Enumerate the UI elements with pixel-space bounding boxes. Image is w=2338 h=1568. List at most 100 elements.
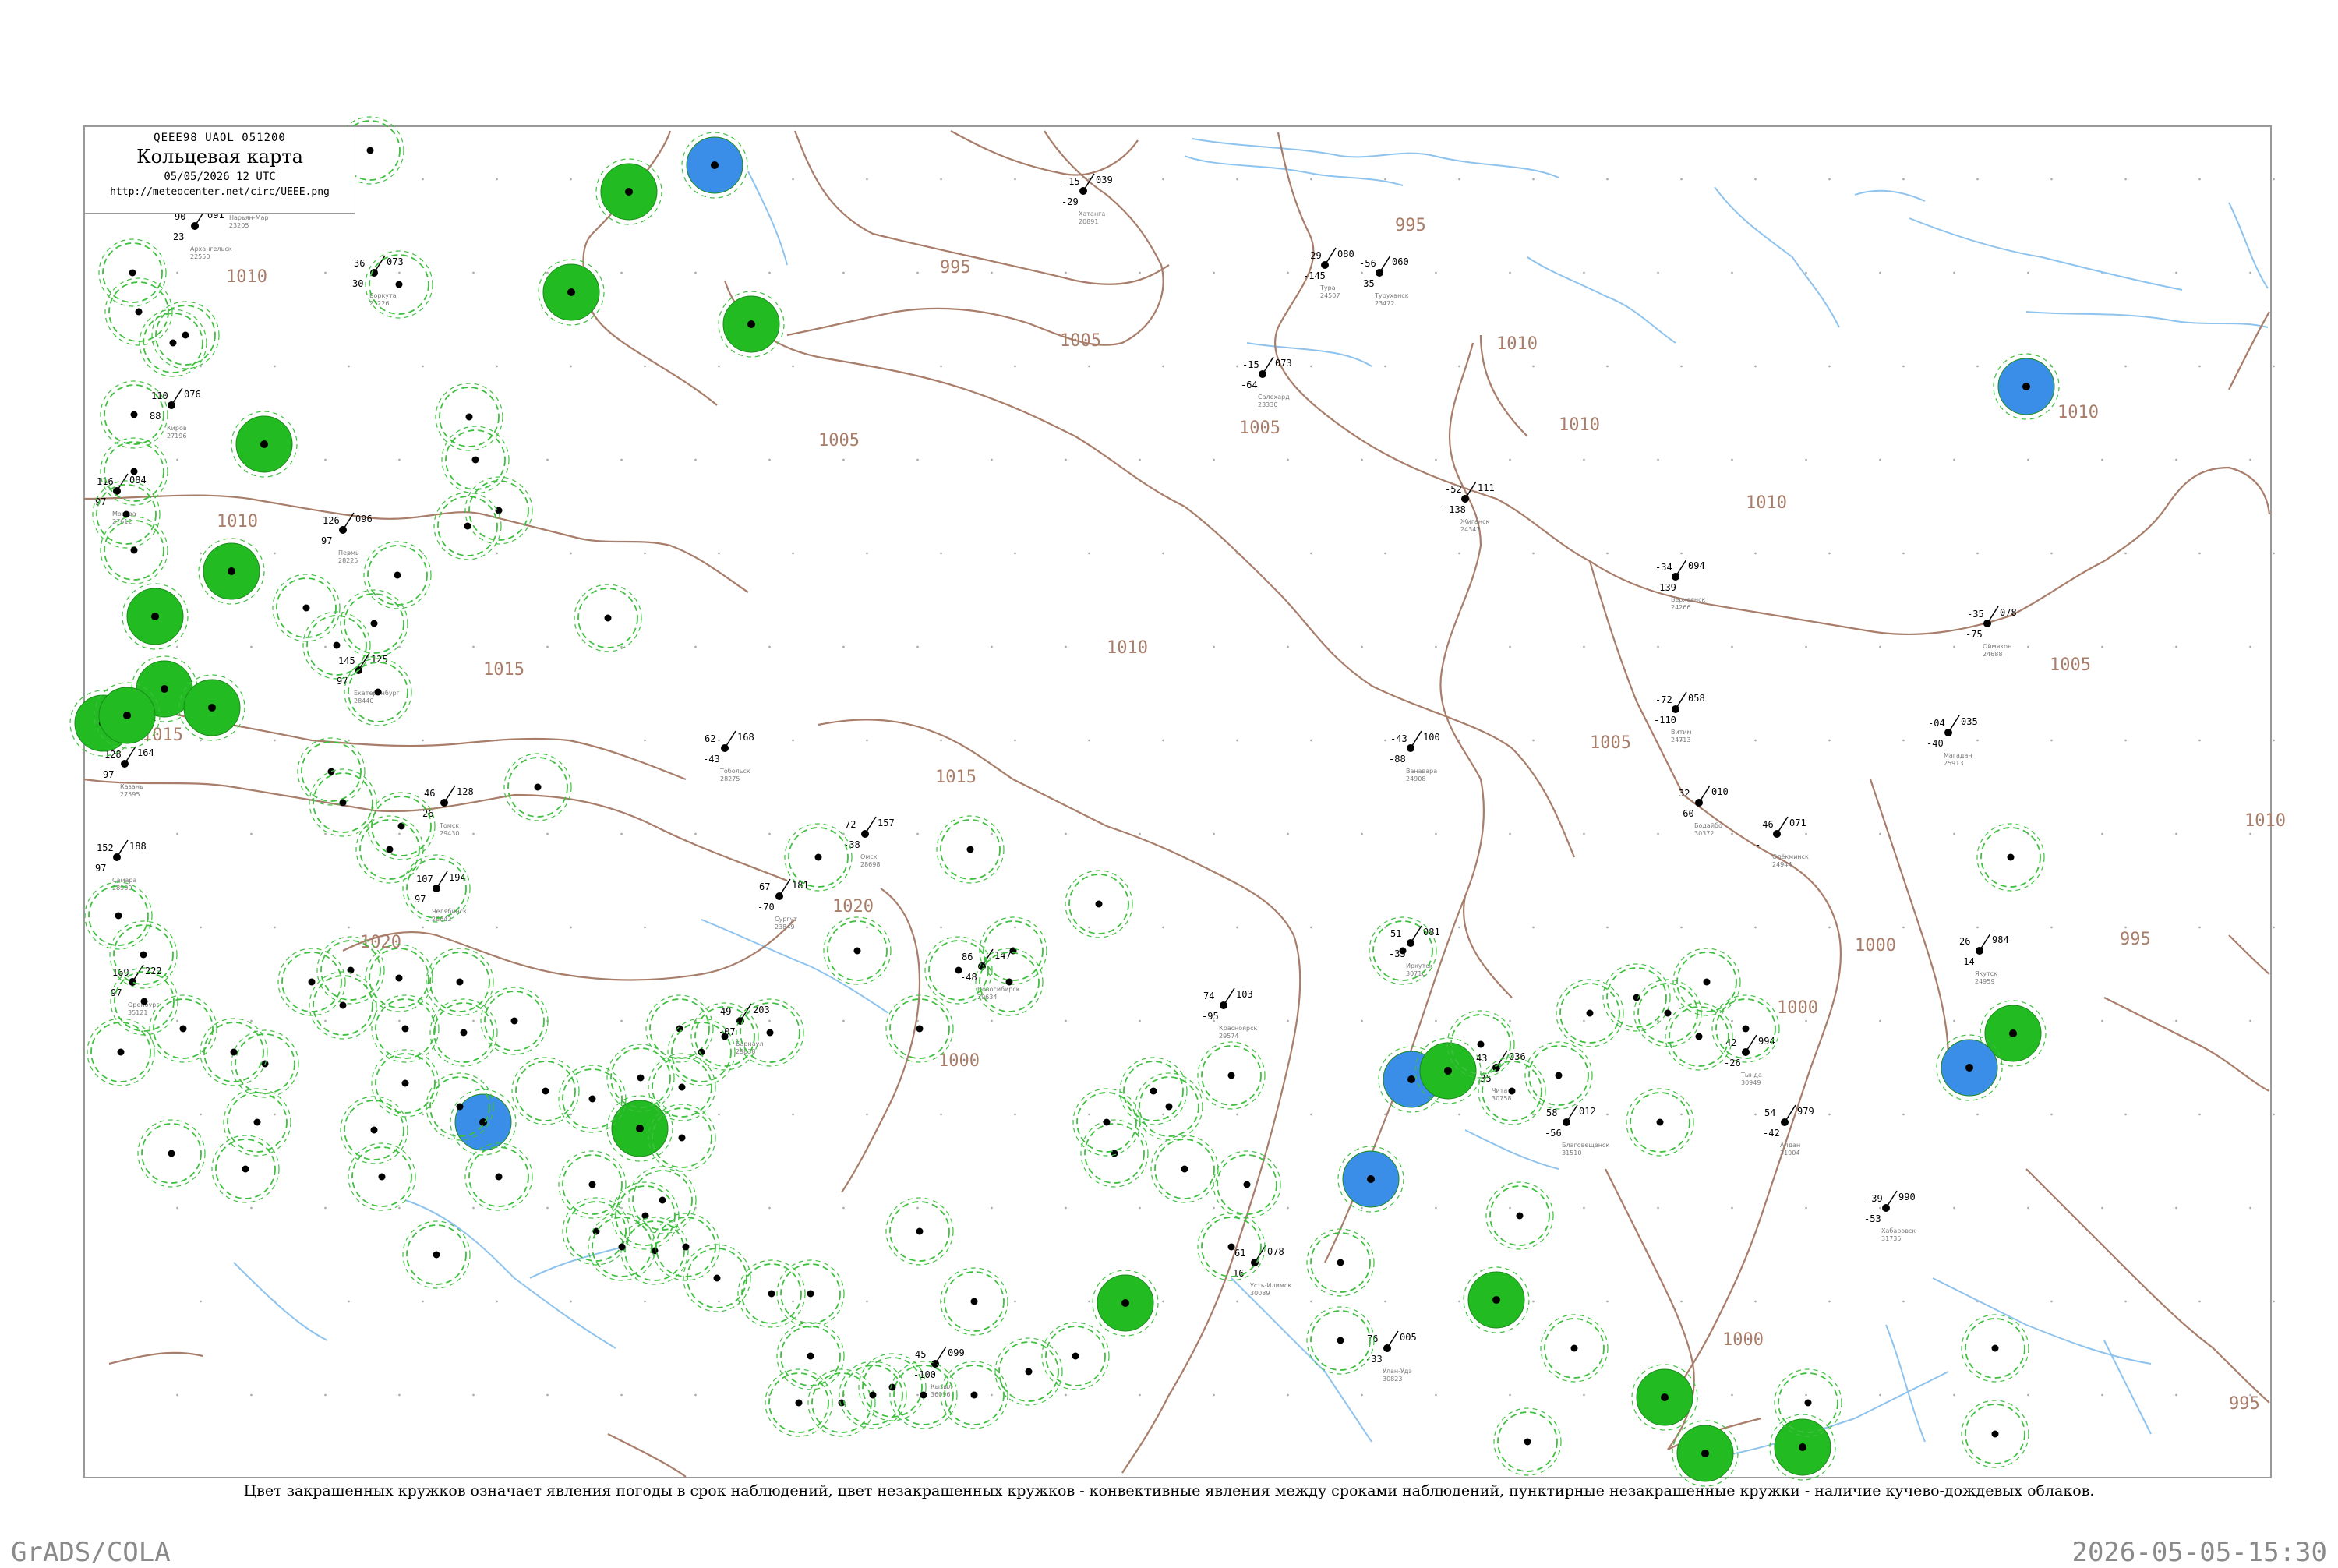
grid-point: [1509, 832, 1511, 835]
station-dewpoint: 16: [1233, 1268, 1244, 1279]
cloud-cover-icon: [1516, 1212, 1524, 1220]
station-name: Усть-Илимск: [1250, 1282, 1291, 1289]
bulletin-code: QEEE98 UAOL 051200: [154, 132, 286, 144]
grid-point: [2249, 1019, 2251, 1022]
station-name: Омск: [860, 853, 878, 860]
station-temperature: 46: [424, 788, 435, 799]
grid-point: [1065, 1206, 1067, 1210]
grid-point: [570, 1113, 572, 1116]
grid-point: [1509, 1206, 1511, 1210]
isobar-label: 1010: [226, 267, 267, 287]
station-name: Томск: [439, 822, 459, 829]
station-dewpoint: -88: [1389, 754, 1406, 765]
grid-point: [916, 645, 919, 648]
grid-point: [1879, 271, 1881, 274]
grid-point: [1014, 1113, 1016, 1116]
grid-point: [1953, 1019, 1955, 1022]
station-id: 30823: [1383, 1376, 1402, 1383]
cloud-cover-icon: [1701, 1450, 1709, 1457]
cloud-cover-icon: [721, 1033, 729, 1040]
grid-point: [2175, 271, 2177, 274]
grid-point: [1384, 1300, 1386, 1303]
cloud-cover-icon: [401, 1025, 409, 1033]
cloud-cover-icon: [327, 768, 335, 775]
station-pressure: 096: [355, 514, 373, 524]
grid-point: [1287, 1206, 1289, 1210]
grid-point: [940, 739, 942, 742]
station-id: 20891: [1079, 218, 1098, 225]
grid-point: [472, 271, 475, 274]
source-url[interactable]: http://meteocenter.net/circ/UEEE.png: [85, 186, 355, 198]
station-temperature: 36: [354, 258, 365, 269]
grid-point: [1583, 458, 1585, 461]
grid-point: [1014, 739, 1016, 742]
station-temperature: 62: [705, 733, 715, 744]
grid-point: [768, 458, 771, 461]
map-date: 05/05/2026 12 UTC: [164, 171, 276, 183]
grid-point: [1953, 271, 1955, 274]
cloud-cover-icon: [916, 1025, 924, 1033]
grid-point: [324, 1393, 327, 1397]
grid-point: [1657, 458, 1659, 461]
cloud-cover-icon: [916, 1227, 924, 1235]
grid-point: [2124, 739, 2127, 742]
cloud-cover-icon: [955, 966, 962, 974]
cloud-cover-icon: [588, 1181, 596, 1188]
cloud-cover-icon: [123, 712, 131, 719]
cloud-cover-icon: [1664, 1009, 1672, 1017]
cloud-cover-icon: [682, 1243, 690, 1251]
grid-point: [866, 178, 868, 181]
grid-point: [496, 926, 498, 929]
grid-point: [842, 458, 845, 461]
grid-point: [1902, 739, 1905, 742]
station-id: 29430: [440, 830, 459, 837]
station-id: 28698: [860, 861, 880, 868]
grid-point: [1509, 645, 1511, 648]
footer-timestamp: 2026-05-05-15:30: [2071, 1537, 2327, 1568]
cloud-cover-icon: [534, 783, 542, 791]
station-name: Оймякон: [1983, 643, 2011, 650]
grid-point: [1458, 552, 1460, 555]
station-pressure: 036: [1509, 1051, 1526, 1062]
grid-point: [1976, 1113, 1979, 1116]
station-temperature: -56: [1359, 258, 1376, 269]
grid-point: [1902, 1300, 1905, 1303]
station-temperature: 110: [151, 390, 168, 401]
grid-point: [1731, 832, 1733, 835]
grid-point: [176, 1019, 178, 1022]
grid-point: [1879, 1206, 1881, 1210]
grid-point: [1731, 1206, 1733, 1210]
cloud-cover-icon: [366, 147, 374, 154]
grid-point: [1361, 645, 1363, 648]
cloud-cover-icon: [456, 1103, 464, 1111]
grid-point: [250, 832, 253, 835]
station-pressure: 073: [1275, 358, 1292, 369]
grid-point: [991, 271, 993, 274]
cloud-cover-icon: [374, 688, 382, 696]
grid-point: [2175, 1206, 2177, 1210]
cloud-cover-icon: [853, 947, 861, 955]
grid-point: [274, 552, 276, 555]
grid-point: [694, 832, 697, 835]
grid-point: [1435, 645, 1437, 648]
station-dewpoint: -95: [1202, 1011, 1219, 1022]
grid-point: [1014, 365, 1016, 368]
grid-point: [1754, 178, 1757, 181]
station-name: Тобольск: [719, 768, 750, 775]
grid-point: [2050, 178, 2053, 181]
grid-point: [1509, 458, 1511, 461]
cloud-cover-icon: [1367, 1175, 1375, 1183]
isobar-label: 1000: [938, 1051, 980, 1071]
cloud-cover-icon: [588, 1095, 596, 1103]
grid-point: [940, 552, 942, 555]
cloud-cover-icon: [130, 411, 138, 418]
cloud-cover-icon: [230, 1048, 238, 1056]
grid-point: [398, 271, 401, 274]
grid-point: [1606, 552, 1609, 555]
grid-point: [1065, 832, 1067, 835]
cloud-cover-icon: [1799, 1443, 1806, 1451]
grid-point: [496, 178, 498, 181]
grid-point: [398, 832, 401, 835]
cloud-cover-icon: [1103, 1118, 1111, 1126]
isobar-label: 1020: [360, 933, 401, 952]
